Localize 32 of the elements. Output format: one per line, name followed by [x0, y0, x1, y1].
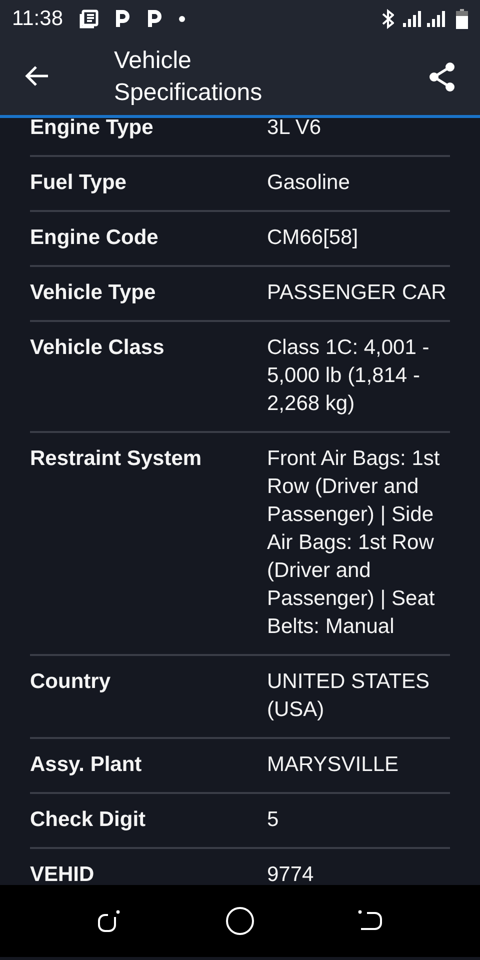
spec-label: Restraint System — [30, 446, 203, 472]
spec-value: 3L V6 — [267, 118, 322, 141]
spec-value: 9774 — [267, 862, 315, 885]
spec-value: Front Air Bags: 1st Row (Driver and Passenger) | Side Air Bags: 1st Row (Driver and Passenger) | Seat Belts: Manual — [267, 446, 441, 640]
spec-value: Class 1C: 4,001 - 5,000 lb (1,814 - 2,268 kg) — [267, 335, 430, 417]
signal-icon — [402, 10, 448, 28]
status-time: 11:38 — [12, 6, 63, 32]
bluetooth-icon — [382, 9, 394, 29]
spec-label: Vehicle Class — [30, 335, 166, 361]
share-icon — [428, 62, 456, 92]
spec-label: Country — [30, 669, 112, 695]
spec-label: Fuel Type — [30, 170, 128, 196]
news-icon — [79, 9, 99, 29]
dot-icon — [179, 16, 185, 22]
spec-label: Vehicle Type — [30, 280, 157, 306]
parking-icon — [147, 9, 163, 29]
spec-value: PASSENGER CAR — [267, 280, 448, 306]
spec-label: Assy. Plant — [30, 752, 143, 778]
spec-value: CM66[58] — [267, 225, 360, 251]
spec-value: 5 — [267, 807, 280, 833]
spec-label: VEHID — [30, 862, 96, 885]
spec-value: MARYSVILLE — [267, 752, 400, 778]
spec-value: UNITED STATES (USA) — [267, 669, 431, 723]
spec-label: Check Digit — [30, 807, 147, 833]
spec-label: Engine Type — [30, 118, 154, 141]
spec-label: Engine Code — [30, 225, 160, 251]
back-arrow-icon — [24, 65, 50, 88]
home-icon — [225, 906, 255, 936]
spec-value: Gasoline — [267, 170, 351, 196]
parking-icon — [115, 9, 131, 29]
battery-icon — [456, 9, 468, 29]
screen-title: Vehicle Specifications — [114, 46, 264, 108]
